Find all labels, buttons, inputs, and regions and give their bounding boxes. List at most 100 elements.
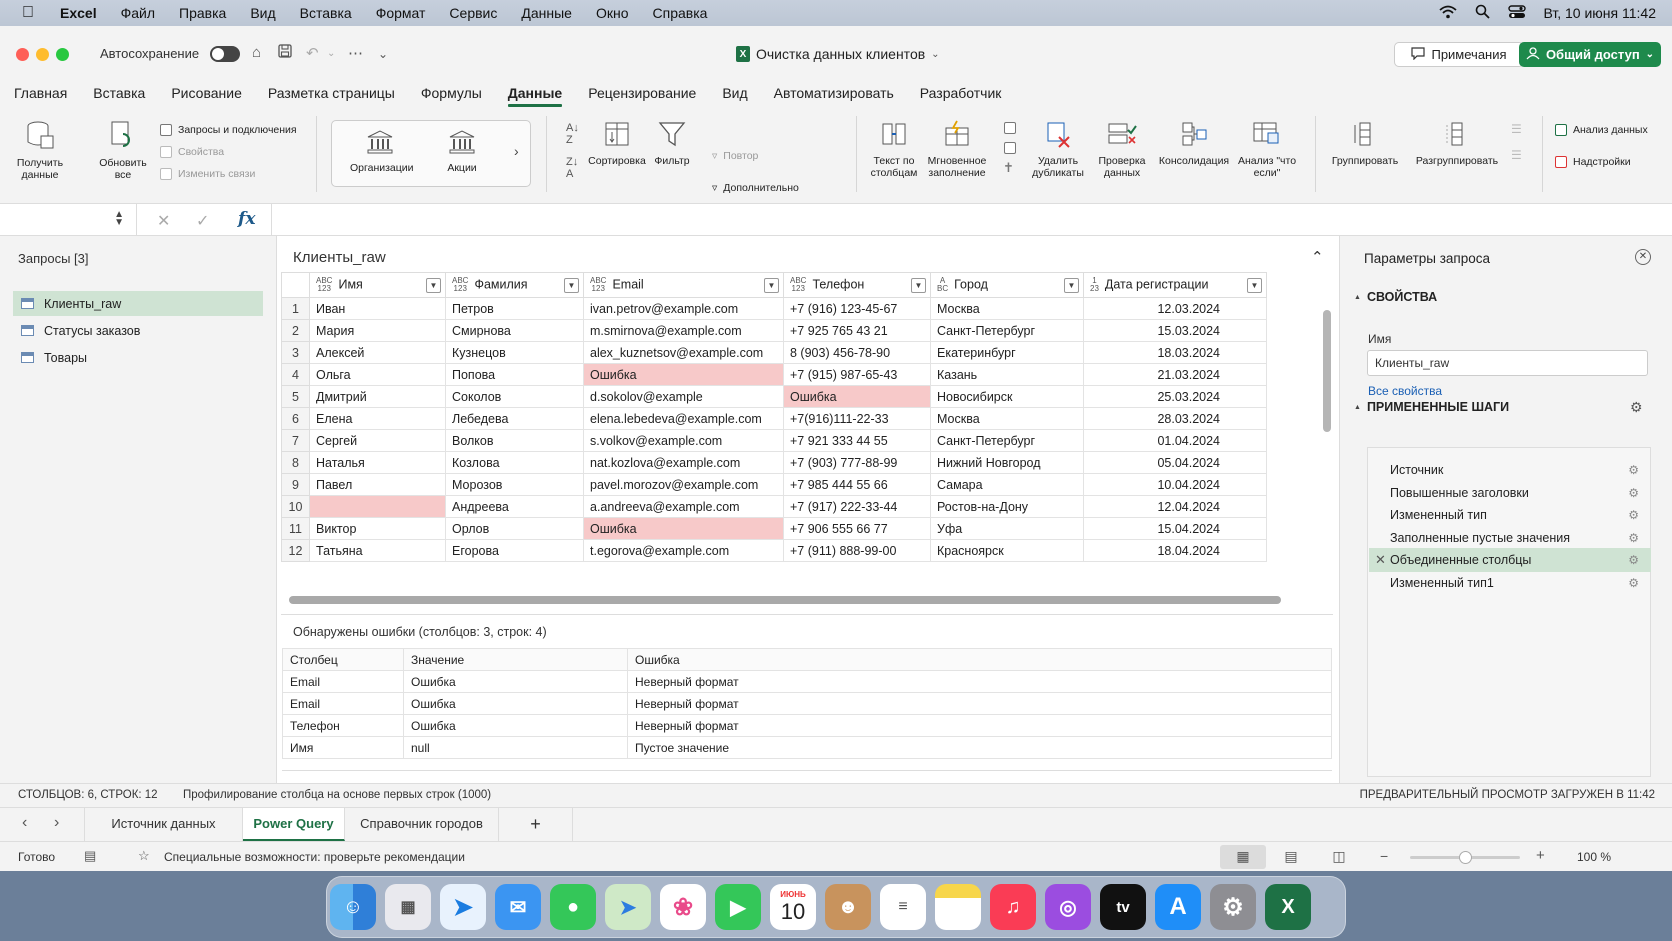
type-icon[interactable]: 1 23	[1090, 277, 1099, 293]
cell-phone[interactable]: +7 906 555 66 77	[783, 517, 931, 540]
minimize-window-button[interactable]	[36, 48, 49, 61]
column-header[interactable]: ABC 123 Телефон ▼	[783, 272, 931, 298]
collapse-icon[interactable]: ⌃	[1311, 248, 1324, 266]
cell-email[interactable]: Ошибка	[583, 363, 784, 386]
share-button[interactable]: Общий доступ ⌄	[1519, 42, 1661, 67]
step-settings-icon[interactable]: ⚙	[1628, 503, 1639, 527]
type-icon[interactable]: ABC 123	[452, 277, 468, 293]
macro-recording-icon[interactable]: ▤	[84, 848, 96, 864]
zoom-out-icon[interactable]: −	[1380, 848, 1388, 864]
menu-view[interactable]: Вид	[250, 5, 275, 21]
cell-phone[interactable]: +7 925 765 43 21	[783, 319, 931, 342]
addins-button[interactable]: Надстройки	[1555, 156, 1631, 168]
cell-first-name[interactable]: Мария	[309, 319, 446, 342]
show-detail-icon[interactable]: ☰	[1511, 122, 1522, 136]
type-icon[interactable]: ABC 123	[790, 277, 806, 293]
wifi-icon[interactable]	[1438, 5, 1457, 22]
column-header[interactable]: ABC 123 Имя ▼	[309, 272, 446, 298]
contacts-icon[interactable]: ☻	[825, 884, 871, 930]
finder-icon[interactable]: ☺	[330, 884, 376, 930]
cell-reg-date[interactable]: 18.03.2024	[1083, 341, 1267, 364]
formula-input[interactable]	[272, 204, 1672, 236]
cell-city[interactable]: Казань	[930, 363, 1084, 386]
what-if-button[interactable]: Анализ "что если"	[1232, 120, 1302, 179]
stepper-icon[interactable]: ▲ ▼	[114, 210, 124, 228]
row-number[interactable]: 11	[281, 517, 310, 540]
cell-reg-date[interactable]: 05.04.2024	[1083, 451, 1267, 474]
sort-descending-icon[interactable]: Z↓ A	[566, 156, 578, 180]
reminders-icon[interactable]: ≡	[880, 884, 926, 930]
delete-step-icon[interactable]: ✕	[1375, 548, 1386, 572]
cell-last-name[interactable]: Смирнова	[445, 319, 584, 342]
cell-first-name[interactable]: Дмитрий	[309, 385, 446, 408]
step-settings-icon[interactable]: ⚙	[1628, 571, 1639, 595]
launchpad-icon[interactable]: ▦	[385, 884, 431, 930]
table-row[interactable]: Email Ошибка Неверный формат	[282, 692, 1332, 715]
zoom-slider[interactable]	[1410, 851, 1520, 864]
filter-dropdown-icon[interactable]: ▼	[564, 278, 579, 293]
home-icon[interactable]: ⌂	[252, 44, 261, 61]
tab-formulas[interactable]: Формулы	[408, 82, 495, 108]
menubar-clock[interactable]: Вт, 10 июня 11:42	[1544, 5, 1657, 21]
type-icon[interactable]: A BC	[937, 277, 948, 293]
cell-email[interactable]: alex_kuznetsov@example.com	[583, 341, 784, 364]
table-row[interactable]: 3 Алексей Кузнецов alex_kuznetsov@example.c…	[281, 341, 1267, 364]
close-window-button[interactable]	[16, 48, 29, 61]
table-row[interactable]: Телефон Ошибка Неверный формат	[282, 714, 1332, 737]
cell-phone[interactable]: +7(916)111-22-33	[783, 407, 931, 430]
cell-first-name[interactable]	[309, 495, 446, 518]
applied-step[interactable]: Измененный тип1 ⚙	[1369, 571, 1651, 595]
cell-email[interactable]: nat.kozlova@example.com	[583, 451, 784, 474]
text-to-columns-button[interactable]: Текст по столбцам	[866, 120, 922, 179]
cell-city[interactable]: Уфа	[930, 517, 1084, 540]
cell-first-name[interactable]: Ольга	[309, 363, 446, 386]
refresh-all-button[interactable]: Обновить все	[92, 120, 154, 181]
spotlight-search-icon[interactable]	[1475, 4, 1490, 22]
row-number[interactable]: 3	[281, 341, 310, 364]
cell-last-name[interactable]: Попова	[445, 363, 584, 386]
gear-icon[interactable]: ⚙	[1630, 399, 1643, 416]
more-commands-icon[interactable]: ⋯	[348, 44, 363, 62]
messages-icon[interactable]: ●	[550, 884, 596, 930]
query-name-input[interactable]	[1367, 350, 1648, 376]
page-layout-view-icon[interactable]: ▤	[1268, 845, 1314, 869]
cell-reg-date[interactable]: 10.04.2024	[1083, 473, 1267, 496]
tab-automate[interactable]: Автоматизировать	[761, 82, 907, 108]
cell-first-name[interactable]: Алексей	[309, 341, 446, 364]
sort-ascending-icon[interactable]: A↓ Z	[566, 122, 579, 146]
menu-edit[interactable]: Правка	[179, 5, 226, 21]
apple-menu-icon[interactable]: 	[22, 4, 34, 22]
table-row[interactable]: 6 Елена Лебедева elena.lebedeva@example.com…	[281, 407, 1267, 430]
properties-section-title[interactable]: СВОЙСТВА	[1354, 290, 1437, 304]
sheet-tab-power-query[interactable]: Power Query	[243, 808, 345, 841]
document-title[interactable]: X Очистка данных клиентов ⌄	[736, 46, 940, 62]
cell-reg-date[interactable]: 12.04.2024	[1083, 495, 1267, 518]
flash-fill-button[interactable]: Мгновенное заполнение	[924, 120, 990, 179]
hide-detail-icon[interactable]: ☰	[1511, 148, 1522, 162]
filter-dropdown-icon[interactable]: ▼	[911, 278, 926, 293]
cell-email[interactable]: pavel.morozov@example.com	[583, 473, 784, 496]
get-data-button[interactable]: Получить данные	[10, 120, 70, 181]
control-center-icon[interactable]	[1507, 4, 1526, 22]
cell-reg-date[interactable]: 28.03.2024	[1083, 407, 1267, 430]
cell-first-name[interactable]: Павел	[309, 473, 446, 496]
cell-email[interactable]: t.egorova@example.com	[583, 539, 784, 562]
table-row[interactable]: 12 Татьяна Егорова t.egorova@example.com +7 …	[281, 539, 1267, 562]
notes-icon[interactable]	[935, 884, 981, 930]
name-box[interactable]: ▲ ▼	[0, 204, 137, 236]
menu-tools[interactable]: Сервис	[449, 5, 497, 21]
table-row[interactable]: 5 Дмитрий Соколов d.sokolov@example Ошибка Но…	[281, 385, 1267, 408]
undo-icon[interactable]: ↶	[306, 44, 319, 62]
cell-last-name[interactable]: Волков	[445, 429, 584, 452]
comments-button[interactable]: Примечания	[1394, 42, 1524, 67]
filter-dropdown-icon[interactable]: ▼	[1247, 278, 1262, 293]
zoom-in-icon[interactable]: +	[1536, 847, 1545, 864]
step-settings-icon[interactable]: ⚙	[1628, 481, 1639, 505]
applied-step[interactable]: Источник ⚙	[1369, 458, 1651, 482]
relationships-icon[interactable]: ✝	[1003, 160, 1014, 176]
applied-step[interactable]: Измененный тип ⚙	[1369, 503, 1651, 527]
cell-reg-date[interactable]: 15.03.2024	[1083, 319, 1267, 342]
filter-dropdown-icon[interactable]: ▼	[764, 278, 779, 293]
column-header[interactable]: ABC 123 Фамилия ▼	[445, 272, 584, 298]
applied-step[interactable]: Повышенные заголовки ⚙	[1369, 481, 1651, 505]
